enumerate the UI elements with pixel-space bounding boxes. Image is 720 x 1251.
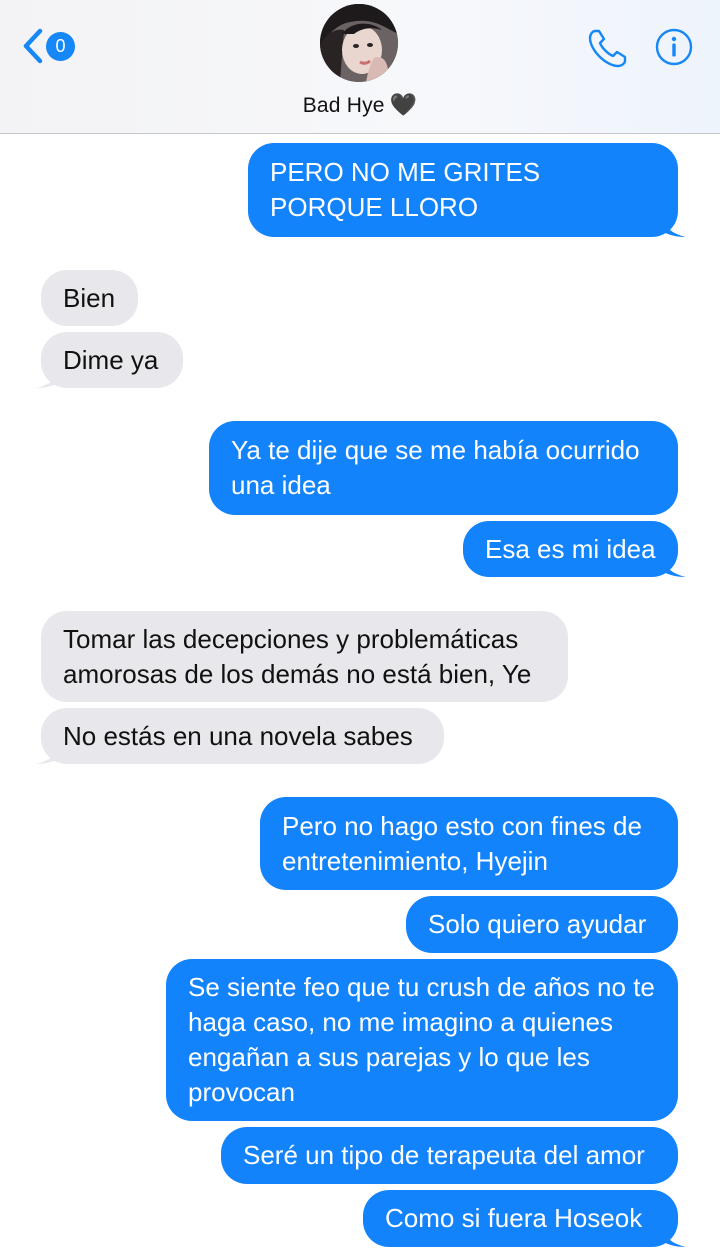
message-text: Seré un tipo de terapeuta del amor <box>243 1140 645 1170</box>
sent-message[interactable]: Esa es mi idea <box>463 521 678 577</box>
message-text: Esa es mi idea <box>485 533 656 564</box>
message-text: No estás en una novela sabes <box>63 720 413 751</box>
received-message[interactable]: Tomar las decepciones y problemáticas am… <box>41 611 568 702</box>
back-button[interactable]: 0 <box>22 26 75 66</box>
phone-icon[interactable] <box>586 26 630 70</box>
sent-message[interactable]: PERO NO ME GRITES PORQUE LLORO <box>248 143 678 237</box>
bubble-tail <box>36 739 62 764</box>
received-message[interactable]: Dime ya <box>41 332 183 388</box>
contact-name-text: Bad Hye <box>302 94 385 117</box>
unread-count-badge: 0 <box>46 31 75 61</box>
message-text: Pero no hago esto con fines de entreteni… <box>282 810 642 876</box>
message-text: Como si fuera Hoseok <box>385 1203 643 1233</box>
bubble-tail <box>660 212 686 237</box>
message-text: PERO NO ME GRITES PORQUE LLORO <box>270 157 541 222</box>
bubble-tail <box>660 1222 686 1247</box>
message-text: Tomar las decepciones y problemáticas am… <box>63 623 532 689</box>
message-text: Bien <box>63 282 116 313</box>
heart-emoji: 🖤 <box>389 92 418 117</box>
received-message[interactable]: No estás en una novela sabes <box>41 708 444 764</box>
sent-message[interactable]: Como si fuera Hoseok <box>363 1190 678 1247</box>
message-text: Ya te dije que se me había ocurrido una … <box>231 435 640 500</box>
contact-avatar[interactable] <box>320 4 398 82</box>
bubble-tail <box>36 363 62 388</box>
info-icon[interactable] <box>655 28 693 66</box>
sent-message[interactable]: Solo quiero ayudar <box>406 896 678 953</box>
conversation-header: 0 Bad Hye 🖤 <box>0 0 720 134</box>
message-text: Dime ya <box>63 344 159 375</box>
message-text: Se siente feo que tu crush de años no te… <box>188 972 655 1107</box>
contact-name[interactable]: Bad Hye 🖤 <box>0 92 720 118</box>
sent-message[interactable]: Se siente feo que tu crush de años no te… <box>166 959 678 1121</box>
bubble-tail <box>660 552 686 577</box>
chevron-left-icon <box>23 28 43 64</box>
sent-message[interactable]: Seré un tipo de terapeuta del amor <box>221 1127 678 1184</box>
sent-message[interactable]: Pero no hago esto con fines de entreteni… <box>260 797 678 890</box>
message-text: Solo quiero ayudar <box>428 909 647 939</box>
sent-message[interactable]: Ya te dije que se me había ocurrido una … <box>209 421 678 515</box>
received-message[interactable]: Bien <box>41 270 138 326</box>
